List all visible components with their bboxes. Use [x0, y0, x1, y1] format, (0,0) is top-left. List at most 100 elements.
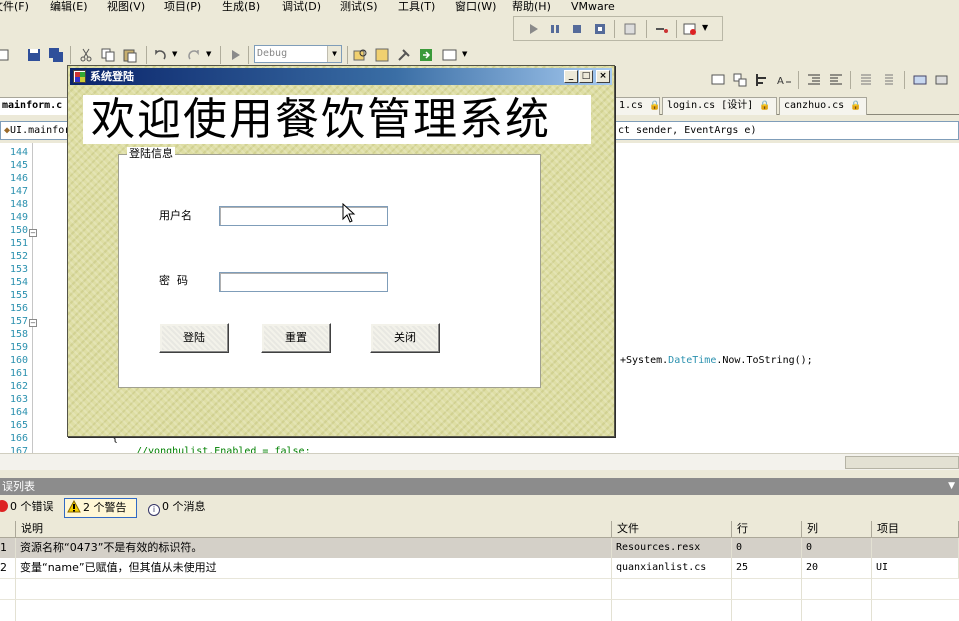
tab-file1[interactable]: 1.cs 🔒 [614, 97, 660, 115]
column-header-project[interactable]: 项目 [872, 521, 959, 538]
menu-test[interactable]: 测试(S) [340, 0, 378, 13]
login-info-group: 登陆信息 用户名 密 码 登陆 重置 关闭 [118, 147, 541, 388]
menu-edit[interactable]: 编辑(E) [50, 0, 88, 13]
maximize-button[interactable]: □ [579, 70, 593, 83]
line-number: 156 [9, 303, 28, 314]
warnings-filter-button[interactable]: 2 个警告 [64, 498, 137, 518]
errors-filter-button[interactable]: 0 个错误 [0, 498, 56, 518]
password-input[interactable] [219, 272, 388, 292]
toolbox-icon[interactable] [418, 47, 434, 63]
dialog-titlebar[interactable]: 系统登陆 _ □ × [70, 68, 612, 85]
pause-icon[interactable] [547, 21, 563, 37]
properties-icon[interactable] [396, 47, 412, 63]
close-button[interactable]: × [596, 70, 610, 83]
chevron-down-icon[interactable]: ▼ [702, 23, 708, 32]
username-input[interactable] [219, 206, 388, 226]
menu-project[interactable]: 项目(P) [164, 0, 201, 13]
step-into-icon[interactable] [654, 21, 670, 37]
member-selector[interactable]: ct sender, EventArgs e) [614, 121, 959, 140]
play-icon[interactable] [526, 21, 542, 37]
bookmark-icon[interactable] [912, 72, 928, 88]
type-selector[interactable]: ◆UI.mainform [0, 121, 75, 140]
column-header-file[interactable]: 文件 [612, 521, 732, 538]
app-icon [73, 70, 86, 83]
find-in-files-icon[interactable] [352, 47, 368, 63]
breakpoint-window-icon[interactable] [682, 21, 698, 37]
redo-icon[interactable] [186, 47, 202, 63]
line-number: 149 [9, 212, 28, 223]
code-comment: //yonghulist.Enabled = false; [136, 446, 311, 453]
new-project-icon[interactable] [0, 47, 12, 63]
pin-icon[interactable]: ▼ [948, 478, 955, 495]
copy-icon[interactable] [100, 47, 116, 63]
solution-explorer-icon[interactable] [374, 47, 390, 63]
undo-icon[interactable] [152, 47, 168, 63]
font-size-icon[interactable]: A [776, 72, 792, 88]
stop-icon[interactable] [569, 21, 585, 37]
cut-icon[interactable] [78, 47, 94, 63]
tab-canzhuo[interactable]: canzhuo.cs 🔒 [779, 97, 867, 115]
tab-mainform[interactable]: mainform.c [0, 97, 69, 115]
messages-filter-button[interactable]: i0 个消息 [146, 498, 218, 518]
line-number: 163 [9, 394, 28, 405]
chevron-down-icon[interactable]: ▼ [462, 50, 467, 58]
line-number: 148 [9, 199, 28, 210]
comment-icon[interactable] [858, 72, 874, 88]
chevron-down-icon[interactable]: ▼ [206, 50, 211, 58]
command-window-icon[interactable] [442, 47, 458, 63]
line-number: 153 [9, 264, 28, 275]
error-list-title: 误列表 ▼ [0, 478, 959, 495]
minimize-button[interactable]: _ [564, 70, 578, 83]
restart-icon[interactable] [592, 21, 608, 37]
scrollbar-thumb[interactable] [845, 456, 959, 469]
group-label: 登陆信息 [127, 147, 175, 161]
menu-debug[interactable]: 调试(D) [282, 0, 321, 13]
dialog-title: 系统登陆 [90, 70, 134, 83]
menu-window[interactable]: 窗口(W) [455, 0, 496, 13]
column-header-description[interactable]: 说明 [16, 521, 612, 538]
chevron-down-icon[interactable]: ▼ [172, 50, 177, 58]
column-header-index[interactable] [0, 521, 16, 538]
collapse-icon[interactable]: − [29, 229, 37, 237]
reset-button[interactable]: 重置 [261, 323, 331, 353]
menu-view[interactable]: 视图(V) [107, 0, 145, 13]
column-header-column[interactable]: 列 [802, 521, 872, 538]
error-icon [0, 500, 8, 512]
info-icon: i [148, 504, 160, 516]
line-number: 155 [9, 290, 28, 301]
solution-configuration-select[interactable]: Debug ▼ [254, 45, 342, 63]
indent-icon[interactable] [806, 72, 822, 88]
save-all-icon[interactable] [48, 47, 64, 63]
show-next-statement-icon[interactable] [622, 21, 638, 37]
line-number: 166 [9, 433, 28, 444]
start-debug-icon[interactable] [228, 47, 244, 63]
line-number: 145 [9, 160, 28, 171]
outdent-icon[interactable] [828, 72, 844, 88]
menu-file[interactable]: 文件(F) [0, 0, 29, 13]
line-number: 159 [9, 342, 28, 353]
line-number: 160 [9, 355, 28, 366]
menu-build[interactable]: 生成(B) [222, 0, 260, 13]
password-label: 密 码 [159, 274, 188, 287]
menu-vmware[interactable]: VMware [571, 0, 615, 13]
login-button[interactable]: 登陆 [159, 323, 229, 353]
menu-help[interactable]: 帮助(H) [512, 0, 551, 13]
align-left-icon[interactable] [754, 72, 770, 88]
align-grid-icon[interactable] [732, 72, 748, 88]
horizontal-scrollbar[interactable] [0, 453, 959, 470]
menu-tools[interactable]: 工具(T) [398, 0, 435, 13]
username-label: 用户名 [159, 209, 192, 222]
chevron-down-icon: ▼ [327, 46, 341, 62]
align-icon[interactable] [710, 72, 726, 88]
column-header-line[interactable]: 行 [732, 521, 802, 538]
collapse-icon[interactable]: − [29, 319, 37, 327]
next-bookmark-icon[interactable] [934, 72, 950, 88]
save-icon[interactable] [26, 47, 42, 63]
close-dialog-button[interactable]: 关闭 [370, 323, 440, 353]
welcome-banner: 欢迎使用餐饮管理系统 [83, 95, 591, 145]
tab-login-design[interactable]: login.cs [设计] 🔒 [662, 97, 777, 115]
uncomment-icon[interactable] [880, 72, 896, 88]
lock-icon: 🔒 [850, 101, 862, 111]
paste-icon[interactable] [122, 47, 138, 63]
line-number: 162 [9, 381, 28, 392]
